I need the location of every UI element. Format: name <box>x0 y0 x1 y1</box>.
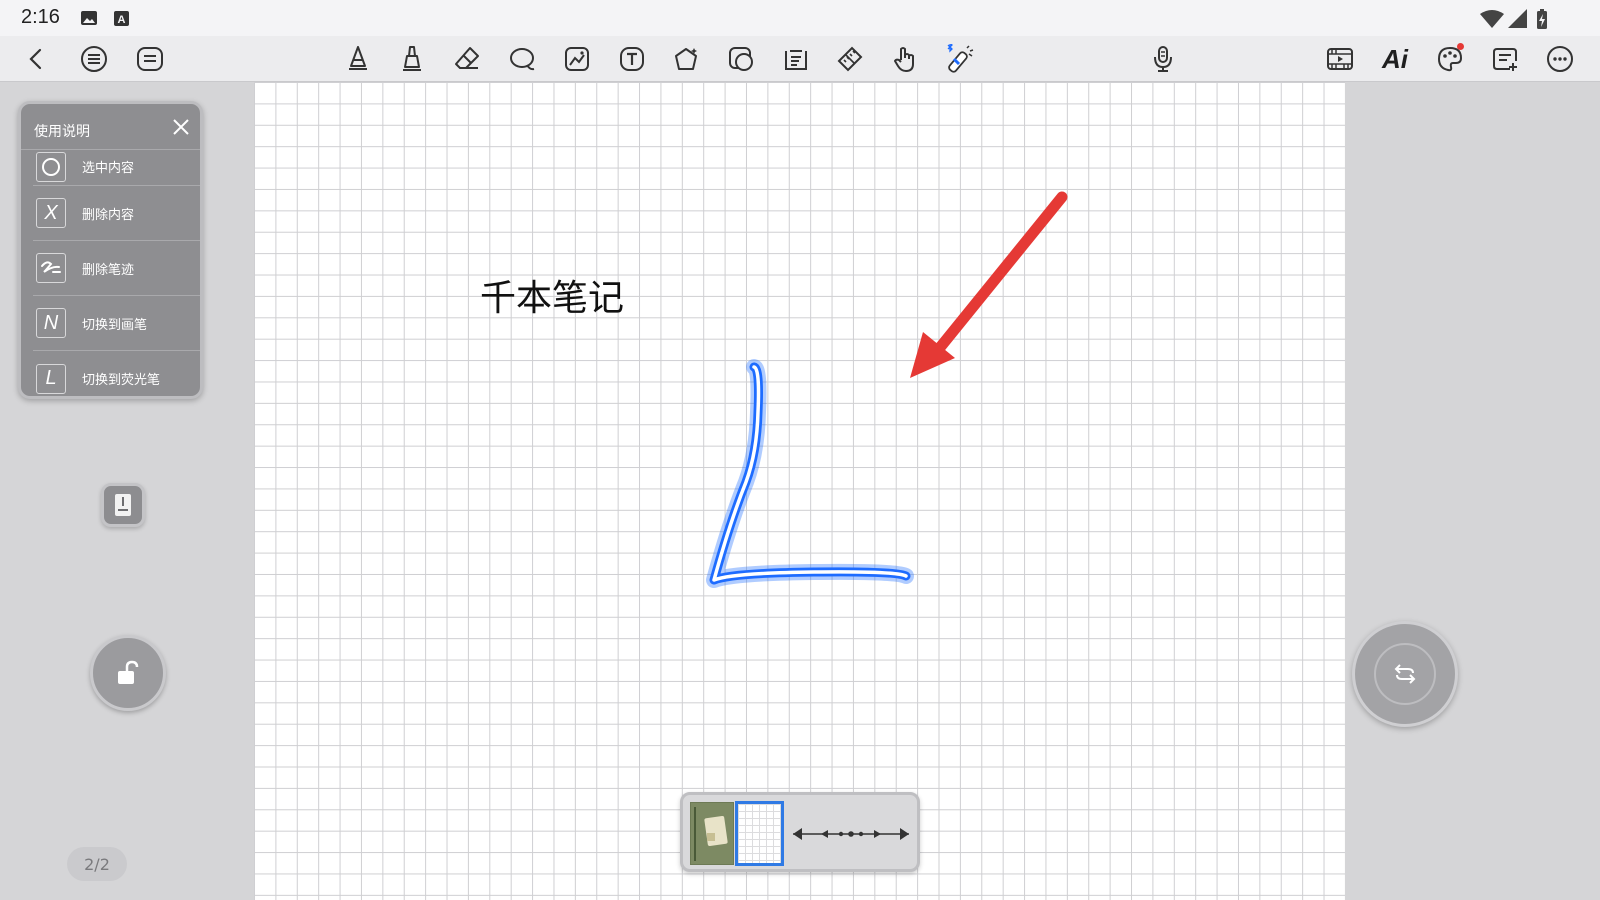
list-icon <box>81 46 107 72</box>
note-add-button[interactable] <box>1485 39 1525 79</box>
page-thumbnail-cover[interactable] <box>690 802 734 865</box>
help-item-label: 切换到画笔 <box>82 317 148 333</box>
more-icon <box>1547 46 1573 72</box>
shape-icon <box>675 48 697 70</box>
image-icon <box>81 11 97 25</box>
instructions-title: 使用说明 <box>34 124 90 140</box>
textbox-icon <box>785 50 807 70</box>
menu-icon <box>137 47 163 71</box>
image-tool-button[interactable] <box>557 39 597 79</box>
menu-button[interactable] <box>130 39 170 79</box>
more-button[interactable] <box>1540 39 1580 79</box>
eraser-tool-button[interactable] <box>447 39 487 79</box>
video-button[interactable] <box>1320 39 1360 79</box>
hand-tool-button[interactable] <box>885 39 925 79</box>
instructions-header: 使用说明 <box>21 104 200 150</box>
wifi-icon <box>1480 10 1504 28</box>
ai-button[interactable]: Ai <box>1375 39 1415 79</box>
n-icon: N <box>36 308 66 338</box>
help-item-switch-pen[interactable]: N 切换到画笔 <box>33 296 200 351</box>
video-icon <box>1327 48 1353 70</box>
help-item-switch-highlighter[interactable]: L 切换到荧光笔 <box>33 351 200 396</box>
canvas-strokes <box>706 191 1068 588</box>
ruler-tool-button[interactable] <box>830 39 870 79</box>
help-item-label: 删除内容 <box>82 207 135 223</box>
list-button[interactable] <box>74 39 114 79</box>
palette-button[interactable] <box>1430 39 1470 79</box>
shape-tool-button[interactable] <box>666 39 706 79</box>
lasso-icon <box>510 48 535 71</box>
ai-label: Ai <box>1382 43 1408 74</box>
status-time: 2:16 <box>21 6 60 28</box>
bluetooth-pen-icon <box>947 44 974 73</box>
page-indicator: 2/2 <box>67 847 127 881</box>
battery-icon <box>1537 9 1547 29</box>
notification-dot <box>1457 43 1464 50</box>
text-icon <box>620 47 644 71</box>
pen-tool-button[interactable] <box>338 39 378 79</box>
help-item-label: 选中内容 <box>82 161 135 176</box>
undo-redo-button[interactable] <box>1352 621 1458 727</box>
bluetooth-pen-button[interactable] <box>940 39 980 79</box>
back-icon <box>29 48 42 70</box>
undo-redo-icon <box>1394 664 1416 684</box>
help-item-label: 切换到荧光笔 <box>82 373 161 388</box>
help-item-delete-content[interactable]: X 删除内容 <box>33 186 200 241</box>
sticker-tool-button[interactable] <box>721 39 761 79</box>
scribble-icon <box>36 253 66 283</box>
textbox-tool-button[interactable] <box>776 39 816 79</box>
cover-image <box>694 807 728 861</box>
l-icon: L <box>36 363 66 394</box>
page-scroll-arrows-icon[interactable] <box>791 823 911 845</box>
brush-tool-button[interactable] <box>392 39 432 79</box>
undo-inner-ring <box>1374 643 1436 705</box>
back-button[interactable] <box>16 39 56 79</box>
highlighter-stroke <box>706 359 914 588</box>
help-item-delete-stroke[interactable]: 删除笔迹 <box>33 241 200 296</box>
hand-icon <box>894 47 914 72</box>
text-tool-button[interactable] <box>612 39 652 79</box>
instructions-panel: 使用说明 选中内容 X 删除内容 删除笔迹 N 切换到画笔 L 切换到荧光笔 <box>18 101 203 399</box>
notebook-button[interactable] <box>101 483 145 527</box>
instructions-list: 选中内容 X 删除内容 删除笔迹 N 切换到画笔 L 切换到荧光笔 <box>33 148 200 396</box>
signal-icon <box>1508 9 1527 28</box>
eraser-icon <box>455 47 479 69</box>
circle-icon <box>36 151 66 182</box>
notebook-icon <box>115 494 131 516</box>
ruler-icon <box>837 46 863 72</box>
page-thumbnail-current[interactable] <box>735 801 784 866</box>
help-item-label: 删除笔迹 <box>82 262 135 278</box>
right-sidebar <box>1345 82 1600 900</box>
sticker-icon <box>729 47 753 71</box>
x-icon: X <box>36 198 66 228</box>
note-add-icon <box>1493 48 1517 71</box>
image-icon <box>565 47 589 71</box>
toolbar: Ai <box>0 36 1600 82</box>
pen-icon <box>349 46 367 70</box>
lasso-tool-button[interactable] <box>502 39 542 79</box>
svg-text:A: A <box>118 14 126 26</box>
microphone-icon <box>1154 46 1172 72</box>
drawing-canvas[interactable]: 千本笔记 <box>254 82 1345 900</box>
lock-button[interactable] <box>90 635 166 711</box>
help-item-select[interactable]: 选中内容 <box>33 148 200 186</box>
status-bar: 2:16 A <box>0 0 1600 36</box>
close-icon[interactable] <box>170 116 192 138</box>
a-icon: A <box>114 11 129 26</box>
brush-icon <box>403 46 421 71</box>
microphone-button[interactable] <box>1143 39 1183 79</box>
red-arrow <box>910 191 1068 378</box>
page-navigator <box>680 792 920 872</box>
unlock-icon <box>118 660 139 684</box>
